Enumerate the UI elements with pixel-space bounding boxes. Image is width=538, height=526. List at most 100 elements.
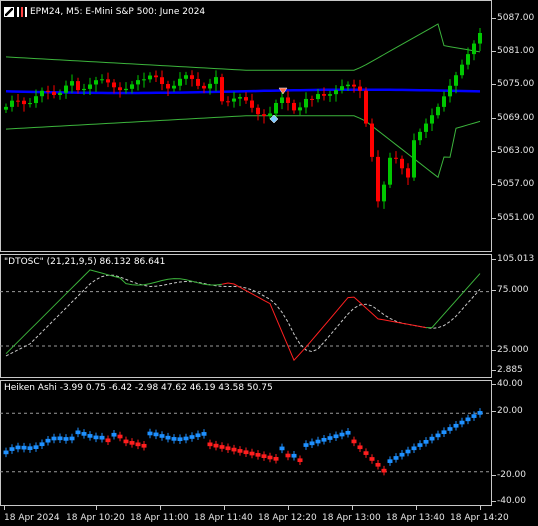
heiken-bar: [423, 440, 429, 444]
heiken-tick-mark: [492, 475, 496, 476]
candle-body: [82, 88, 86, 91]
dtosc-label: "DTOSC" (21,21,9,5) 86.132 86.641: [4, 257, 166, 267]
time-tick-label: 18 Apr 13:00: [322, 513, 381, 523]
candle-body: [88, 84, 92, 89]
candle-body: [358, 86, 362, 91]
candle-body: [430, 115, 434, 124]
candle-body: [436, 106, 440, 116]
heiken-bar: [117, 434, 123, 439]
heiken-bar: [459, 420, 465, 425]
price-tick-mark: [492, 218, 496, 219]
heiken-bar: [267, 455, 273, 460]
heiken-tick-label: 20.00: [497, 406, 523, 416]
bars-icon[interactable]: [17, 7, 27, 17]
candle-body: [478, 33, 482, 44]
heiken-bar: [465, 417, 471, 422]
heiken-bar: [237, 449, 243, 453]
heiken-bar: [147, 431, 153, 436]
candle-body: [370, 123, 374, 157]
heiken-bar: [399, 452, 405, 457]
heiken-bar: [39, 442, 45, 447]
mid-line: [5, 88, 481, 95]
price-tick-mark: [492, 84, 496, 85]
heiken-bar: [297, 458, 303, 463]
heiken-bar: [207, 442, 213, 447]
price-tick-mark: [492, 18, 496, 19]
dtosc-tick-mark: [492, 370, 496, 371]
candle-body: [460, 64, 464, 76]
heiken-pane[interactable]: Heiken Ashi -3.99 0.75 -6.42 -2.98 47.62…: [0, 379, 538, 506]
time-tick-mark: [4, 506, 5, 510]
heiken-bar: [405, 449, 411, 454]
candle-body: [400, 158, 404, 169]
dtosc-tick-label: 25.000: [497, 345, 529, 355]
heiken-bar: [261, 454, 267, 459]
heiken-bar: [309, 441, 315, 446]
candle-body: [196, 78, 200, 86]
heiken-bar: [195, 433, 201, 438]
candle-body: [178, 78, 182, 86]
heiken-chart[interactable]: [0, 380, 492, 506]
candle-body: [274, 102, 278, 114]
price-pane[interactable]: EPM24, M5: E-Mini S&P 500: June 2024 508…: [0, 0, 538, 252]
time-tick-label: 18 Apr 13:40: [386, 513, 445, 523]
heiken-bar: [285, 453, 291, 458]
heiken-bar: [339, 432, 345, 437]
heiken-bar: [57, 436, 63, 441]
heiken-bar: [75, 430, 81, 435]
time-tick-label: 18 Apr 11:00: [130, 513, 189, 523]
heiken-bar: [345, 430, 351, 435]
candle-body: [238, 97, 242, 99]
price-tick-label: 5069.00: [497, 113, 535, 123]
candle-body: [154, 75, 158, 78]
candle-body: [52, 91, 56, 96]
dtosc-tick-label: 105.013: [497, 254, 535, 264]
candle-body: [316, 94, 320, 100]
heiken-bar: [333, 434, 339, 439]
heiken-bar: [219, 445, 225, 449]
dtosc-pane[interactable]: "DTOSC" (21,21,9,5) 86.132 86.641 105.01…: [0, 254, 538, 378]
candle-body: [340, 86, 344, 91]
dtosc-tick-mark: [492, 290, 496, 291]
candle-body: [136, 80, 140, 85]
candle-body: [334, 90, 338, 95]
candle-body: [166, 84, 170, 89]
time-tick-mark: [288, 506, 289, 510]
candle-body: [118, 87, 122, 91]
candle-body: [22, 100, 26, 105]
candle-body: [112, 82, 116, 88]
candle-body: [172, 85, 176, 89]
heiken-tick-mark: [492, 384, 496, 385]
heiken-bar: [249, 451, 255, 456]
price-tick-label: 5057.00: [497, 179, 535, 189]
heiken-bar: [165, 435, 171, 440]
price-tick-mark: [492, 151, 496, 152]
price-chart[interactable]: [0, 0, 492, 252]
heiken-bar: [33, 445, 39, 449]
candle-body: [10, 100, 14, 107]
candle-body: [76, 81, 80, 91]
heiken-bar: [453, 423, 459, 428]
time-tick-mark: [480, 506, 481, 510]
candle-body: [16, 100, 20, 102]
dtosc-chart[interactable]: [0, 254, 492, 378]
time-tick-mark: [224, 506, 225, 510]
heiken-bar: [471, 414, 477, 418]
heiken-bar: [393, 456, 399, 460]
chart-type-icon[interactable]: [4, 7, 14, 17]
candle-body: [94, 80, 98, 85]
price-tick-label: 5081.00: [497, 46, 535, 56]
candle-body: [394, 157, 398, 159]
price-tick-mark: [492, 118, 496, 119]
candle-body: [64, 85, 68, 93]
heiken-bar: [123, 439, 129, 444]
heiken-bar: [105, 438, 111, 443]
candle-body: [34, 96, 38, 104]
price-tick-label: 5075.00: [497, 79, 535, 89]
heiken-bar: [45, 438, 51, 443]
candle-body: [376, 156, 380, 202]
candle-body: [322, 94, 326, 96]
dtosc-fast-bear-line: [221, 282, 427, 362]
candle-body: [406, 168, 410, 178]
candle-body: [100, 79, 104, 81]
